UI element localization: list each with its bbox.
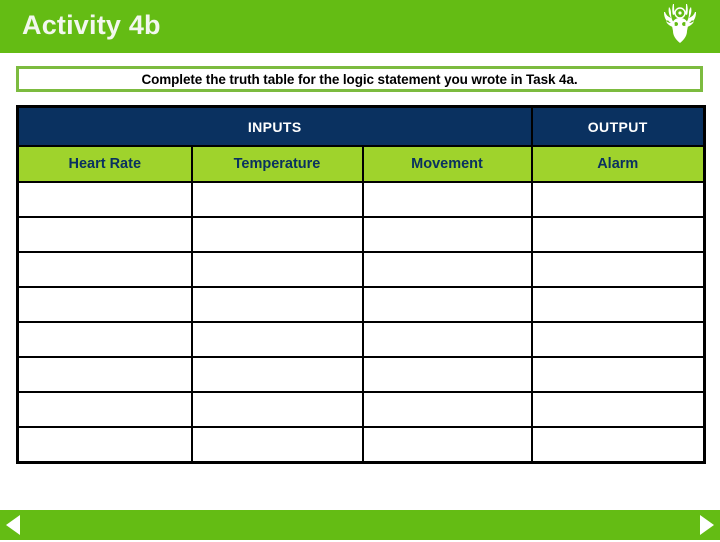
- table-row: [16, 216, 706, 253]
- triangle-left-icon[interactable]: [4, 513, 22, 537]
- cell-heart-rate[interactable]: [16, 356, 193, 393]
- column-header-heart-rate: Heart Rate: [16, 145, 193, 183]
- column-header-movement: Movement: [361, 145, 533, 183]
- cell-temperature[interactable]: [190, 391, 364, 428]
- table-column-header-row: Heart Rate Temperature Movement Alarm: [16, 145, 706, 183]
- table-group-header-row: INPUTS OUTPUT: [16, 105, 706, 147]
- cell-movement[interactable]: [361, 356, 533, 393]
- cell-heart-rate[interactable]: [16, 181, 193, 218]
- stag-head-logo-icon: [652, 0, 708, 53]
- cell-heart-rate[interactable]: [16, 286, 193, 323]
- title-bar: Activity 4b: [0, 0, 720, 53]
- table-row: [16, 426, 706, 464]
- cell-alarm[interactable]: [530, 321, 706, 358]
- cell-temperature[interactable]: [190, 426, 364, 464]
- table-row: [16, 251, 706, 288]
- column-header-alarm: Alarm: [530, 145, 706, 183]
- cell-heart-rate[interactable]: [16, 426, 193, 464]
- cell-heart-rate[interactable]: [16, 391, 193, 428]
- table-row: [16, 286, 706, 323]
- column-header-temperature: Temperature: [190, 145, 364, 183]
- cell-alarm[interactable]: [530, 181, 706, 218]
- cell-movement[interactable]: [361, 181, 533, 218]
- group-header-output: OUTPUT: [530, 105, 706, 147]
- cell-alarm[interactable]: [530, 391, 706, 428]
- cell-alarm[interactable]: [530, 426, 706, 464]
- cell-heart-rate[interactable]: [16, 321, 193, 358]
- cell-temperature[interactable]: [190, 356, 364, 393]
- instruction-text: Complete the truth table for the logic s…: [141, 71, 578, 87]
- cell-temperature[interactable]: [190, 216, 364, 253]
- cell-temperature[interactable]: [190, 181, 364, 218]
- cell-movement[interactable]: [361, 251, 533, 288]
- triangle-right-icon[interactable]: [698, 513, 716, 537]
- cell-alarm[interactable]: [530, 286, 706, 323]
- cell-movement[interactable]: [361, 426, 533, 464]
- truth-table: INPUTS OUTPUT Heart Rate Temperature Mov…: [16, 105, 706, 464]
- cell-heart-rate[interactable]: [16, 251, 193, 288]
- cell-movement[interactable]: [361, 391, 533, 428]
- navigation-bar: [0, 510, 720, 540]
- cell-heart-rate[interactable]: [16, 216, 193, 253]
- cell-alarm[interactable]: [530, 216, 706, 253]
- cell-temperature[interactable]: [190, 251, 364, 288]
- table-row: [16, 356, 706, 393]
- cell-temperature[interactable]: [190, 321, 364, 358]
- table-row: [16, 181, 706, 218]
- cell-alarm[interactable]: [530, 356, 706, 393]
- table-row: [16, 391, 706, 428]
- table-row: [16, 321, 706, 358]
- instruction-banner: Complete the truth table for the logic s…: [16, 66, 703, 92]
- cell-movement[interactable]: [361, 216, 533, 253]
- cell-movement[interactable]: [361, 321, 533, 358]
- cell-movement[interactable]: [361, 286, 533, 323]
- page-title: Activity 4b: [22, 10, 161, 40]
- cell-temperature[interactable]: [190, 286, 364, 323]
- cell-alarm[interactable]: [530, 251, 706, 288]
- group-header-inputs: INPUTS: [16, 105, 533, 147]
